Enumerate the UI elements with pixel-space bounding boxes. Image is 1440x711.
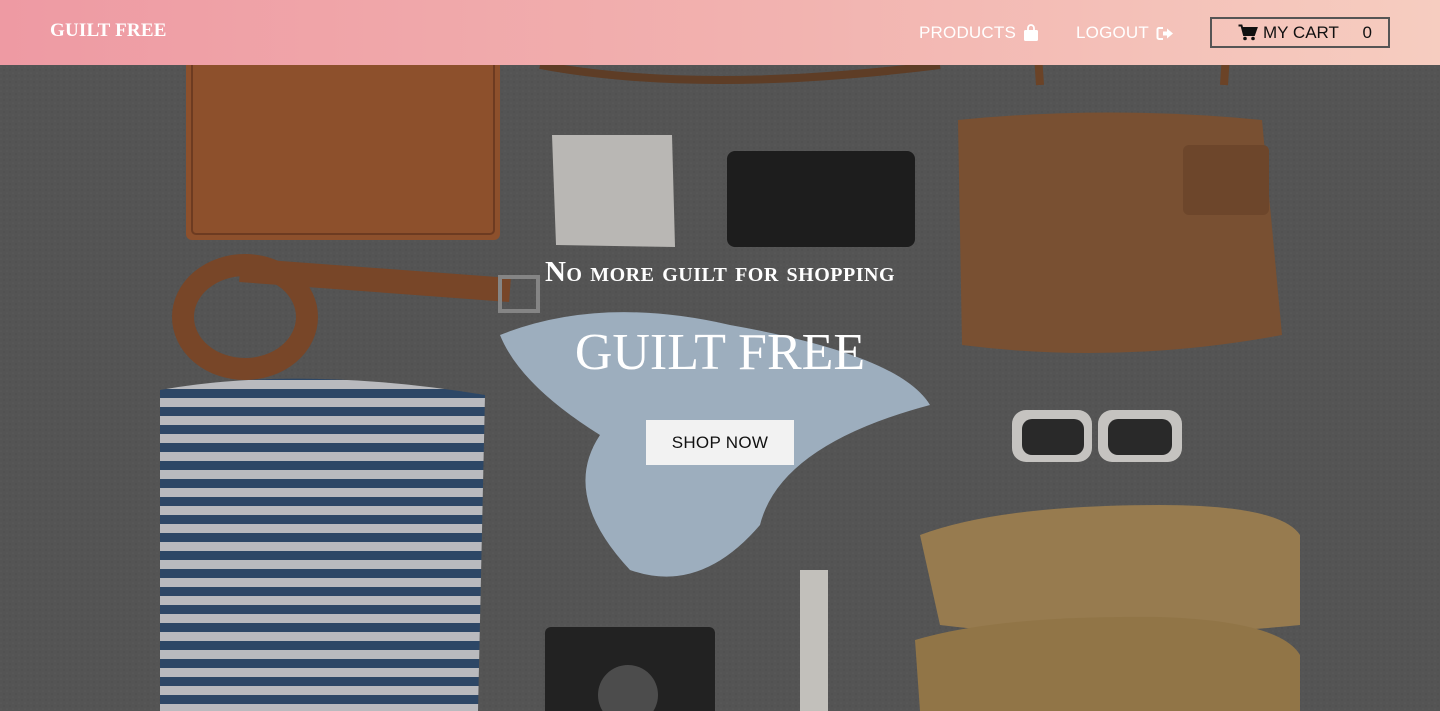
products-nav-label: PRODUCTS [919,23,1016,42]
logout-nav-link[interactable]: LOGOUT [1076,22,1174,44]
hero-title: GUILT FREE [574,324,866,381]
cart-label: MY CART [1263,22,1339,42]
brand-logo-link[interactable]: GUILT FREE [50,20,167,42]
shopping-cart-icon [1238,24,1258,41]
hero-overlay [0,65,1440,711]
shopping-bag-icon [1024,24,1038,41]
hero-section: No more guilt for shopping GUILT FREE SH… [0,65,1440,711]
sign-out-icon [1156,26,1173,40]
logout-nav-label: LOGOUT [1076,23,1149,42]
cart-count-badge: 0 [1362,23,1372,42]
shop-now-button[interactable]: SHOP NOW [646,420,794,465]
hero-tagline: No more guilt for shopping [544,256,895,288]
products-nav-link[interactable]: PRODUCTS [919,22,1039,44]
navbar: GUILT FREE PRODUCTS LOGOUT MY CART 0 [0,0,1440,65]
my-cart-button[interactable]: MY CART 0 [1210,17,1390,48]
